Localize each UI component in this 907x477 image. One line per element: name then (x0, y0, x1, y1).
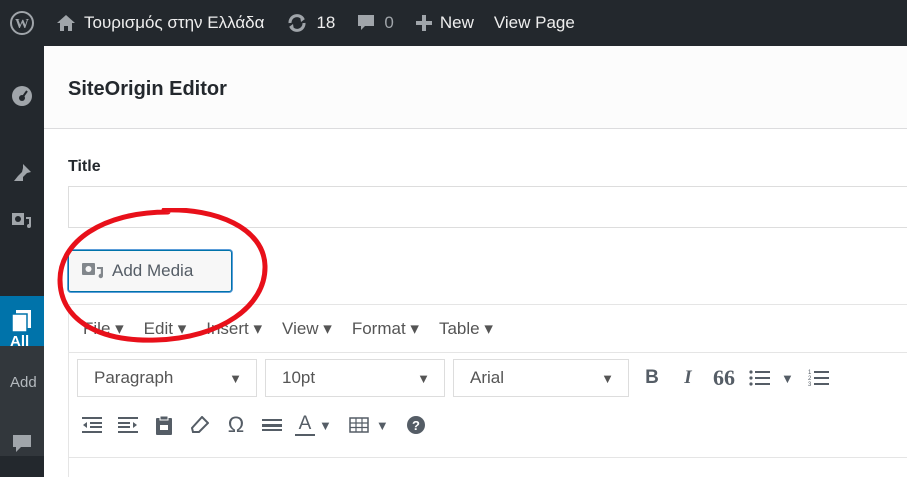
posts-pin-icon[interactable] (0, 161, 44, 185)
bold-button[interactable]: B (637, 360, 667, 396)
font-family-select[interactable]: Arial ▼ (453, 359, 629, 397)
site-name-link[interactable]: Τουρισμός στην Ελλάδα (56, 0, 264, 46)
updates-count: 18 (316, 13, 336, 32)
new-content-link[interactable]: New (415, 0, 474, 46)
text-color-label: A (298, 413, 312, 434)
comment-icon (357, 14, 375, 32)
new-label: New (439, 13, 474, 32)
font-size-select[interactable]: 10pt ▼ (265, 359, 445, 397)
horizontal-line-icon (262, 419, 282, 431)
table-icon (349, 417, 369, 433)
chevron-down-icon: ▼ (601, 370, 614, 386)
chevron-down-icon: ▼ (417, 370, 430, 386)
svg-text:?: ? (412, 418, 420, 433)
eraser-icon (191, 416, 209, 433)
blockquote-button[interactable]: 66 (709, 360, 739, 396)
chevron-down-icon[interactable]: ▼ (319, 418, 332, 433)
comments-menu-icon[interactable] (0, 432, 44, 456)
view-page-link[interactable]: View Page (494, 0, 575, 46)
home-icon (56, 14, 76, 32)
dashboard-icon[interactable] (0, 84, 44, 108)
media-icon[interactable] (0, 209, 44, 233)
bullet-list-button[interactable] (745, 360, 775, 396)
submenu-all-pages[interactable]: All (10, 333, 29, 350)
admin-menu: All Add (0, 46, 44, 477)
outdent-button[interactable] (77, 407, 107, 443)
help-icon: ? (406, 416, 425, 434)
dialog-title: SiteOrigin Editor (68, 78, 227, 100)
chevron-down-icon: ▼ (229, 370, 242, 386)
horizontal-line-button[interactable] (257, 407, 287, 443)
comments-link[interactable]: 0 (357, 0, 394, 46)
format-select[interactable]: Paragraph ▼ (77, 359, 257, 397)
editor-toolbar-2: Ω A ▼ ▼ ? (69, 403, 907, 447)
menu-view[interactable]: View ▾ (282, 319, 332, 339)
refresh-icon (286, 13, 308, 33)
submenu-add-new[interactable]: Add (10, 374, 37, 391)
italic-button[interactable]: I (673, 360, 703, 396)
paste-text-button[interactable] (149, 407, 179, 443)
menu-format[interactable]: Format ▾ (352, 319, 419, 339)
comments-count: 0 (384, 13, 394, 32)
view-page-label: View Page (493, 13, 575, 32)
dialog-header: SiteOrigin Editor (44, 46, 907, 129)
menu-table[interactable]: Table ▾ (439, 319, 493, 339)
annotation-red-circle (57, 208, 268, 343)
indent-button[interactable] (113, 407, 143, 443)
plus-icon (415, 15, 432, 31)
numbered-list-icon: 123 (808, 370, 829, 387)
indent-icon (118, 417, 138, 433)
special-character-button[interactable]: Ω (221, 407, 251, 443)
svg-text:W: W (15, 17, 29, 32)
help-button[interactable]: ? (401, 407, 431, 443)
wordpress-logo-icon[interactable]: W (0, 0, 44, 46)
editor-toolbar-1: Paragraph ▼ 10pt ▼ Arial ▼ B I 66 ▼ 123 (69, 353, 907, 403)
admin-bar: W Τουρισμός στην Ελλάδα 18 0 New View Pa… (0, 0, 907, 46)
chevron-down-icon[interactable]: ▼ (376, 418, 389, 433)
table-button[interactable] (344, 407, 374, 443)
outdent-icon (82, 417, 102, 433)
site-name: Τουρισμός στην Ελλάδα (84, 13, 265, 32)
text-color-button[interactable]: A (293, 407, 317, 443)
text-color-swatch (295, 434, 315, 436)
editor-content-area[interactable] (69, 457, 907, 477)
updates-link[interactable]: 18 (286, 0, 335, 46)
svg-text:3: 3 (808, 382, 812, 387)
clipboard-icon (156, 415, 172, 435)
clear-formatting-button[interactable] (185, 407, 215, 443)
title-field-label: Title (68, 158, 101, 175)
bullet-list-icon (749, 370, 770, 386)
chevron-down-icon[interactable]: ▼ (781, 371, 794, 386)
numbered-list-button[interactable]: 123 (804, 360, 834, 396)
